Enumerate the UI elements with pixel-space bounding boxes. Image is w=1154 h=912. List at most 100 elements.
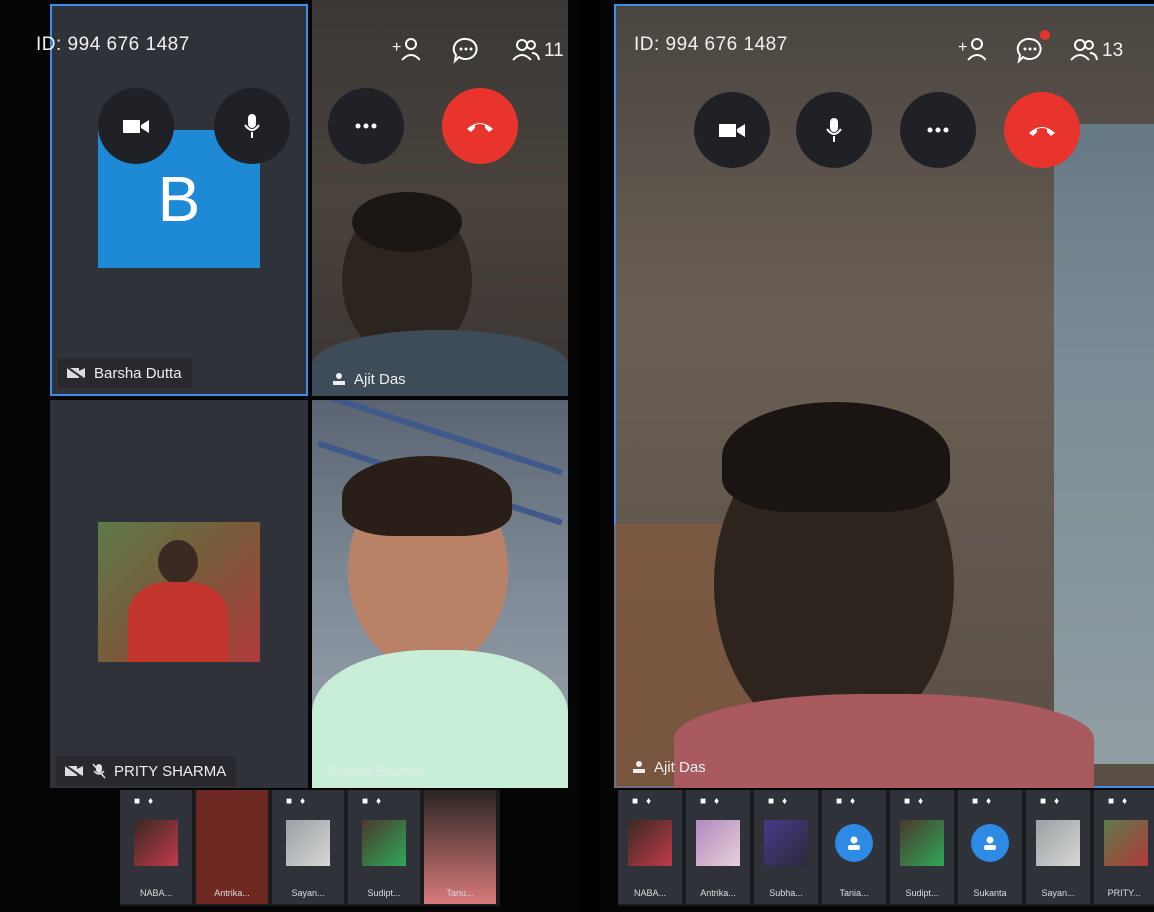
mic-off-icon: ♦ <box>918 796 924 807</box>
more-options-button[interactable] <box>328 88 404 164</box>
name-tag-prity: PRITY SHARMA <box>56 756 237 786</box>
thumbnail-antrika[interactable]: ■ ♦ Antrika... <box>686 790 750 904</box>
participant-tile-subha[interactable]: Subha Biswas <box>312 400 568 788</box>
thumbnail-photo <box>362 820 406 866</box>
mic-off-icon: ♦ <box>850 796 856 807</box>
microphone-icon <box>244 114 260 138</box>
thumbnail-antrika[interactable]: Antrika... <box>196 790 268 904</box>
mic-off-icon: ♦ <box>1054 796 1060 807</box>
avatar-letter: B <box>157 163 201 235</box>
thumbnail-subha[interactable]: ■ ♦ Subha... <box>754 790 818 904</box>
thumbnail-photo <box>286 820 330 866</box>
thumbnail-strip: ■ ♦ NABA... ■ ♦ Antrika... ■ ♦ Subha... ■ ♦ … <box>618 790 1154 906</box>
default-avatar <box>835 824 873 862</box>
thumbnail-tanu[interactable]: Tanu... <box>424 790 496 904</box>
thumbnail-photo <box>1104 820 1148 866</box>
people-icon[interactable] <box>1070 36 1098 64</box>
name-tag-active-speaker: Ajit Das <box>624 752 716 782</box>
mic-off-icon <box>92 763 106 779</box>
mic-off-icon: ♦ <box>376 796 382 807</box>
thumbnail-name: Antrika... <box>214 888 250 898</box>
svg-text:+: + <box>958 39 967 56</box>
chat-bubble-icon[interactable] <box>1016 36 1044 64</box>
participant-name: Ajit Das <box>654 758 706 776</box>
microphone-icon <box>826 118 842 142</box>
meeting-id: ID: 994 676 1487 <box>634 34 788 55</box>
video-off-icon: ■ <box>286 796 293 807</box>
mic-off-icon: ♦ <box>986 796 992 807</box>
participant-name: Ajit Das <box>354 370 406 388</box>
name-tag-barsha: Barsha Dutta <box>58 358 192 388</box>
end-call-icon <box>467 123 493 132</box>
participant-name: Subha Biswas <box>328 762 424 780</box>
add-person-icon[interactable]: + <box>958 36 986 64</box>
svg-text:+: + <box>392 39 401 56</box>
thumbnail-name: Tanu... <box>446 888 474 898</box>
thumbnail-naba[interactable]: ■ ♦ NABA... <box>120 790 192 904</box>
person-icon <box>984 836 996 850</box>
video-off-icon <box>64 764 83 778</box>
video-toggle-button[interactable] <box>694 92 770 168</box>
thumbnail-tania[interactable]: ■ ♦ Tania... <box>822 790 886 904</box>
thumbnail-name: Sukanta <box>973 888 1007 898</box>
video-toggle-button[interactable] <box>98 88 174 164</box>
video-off-icon: ■ <box>134 796 141 807</box>
video-off-icon: ■ <box>632 796 639 807</box>
mic-toggle-button[interactable] <box>214 88 290 164</box>
thumbnail-sayan[interactable]: ■ ♦ Sayan... <box>272 790 344 904</box>
person-icon <box>848 836 860 850</box>
default-avatar <box>971 824 1009 862</box>
thumbnail-name: Sayan... <box>291 888 325 898</box>
add-person-icon[interactable]: + <box>392 36 420 64</box>
participant-count: 13 <box>1102 40 1124 61</box>
thumbnail-strip: ■ ♦ NABA... Antrika... ■ ♦ Sayan... ■ ♦ Sud… <box>120 790 500 906</box>
more-options-icon <box>355 123 377 129</box>
thumbnail-photo <box>628 820 672 866</box>
end-call-button[interactable] <box>442 88 518 164</box>
video-off-icon: ■ <box>904 796 911 807</box>
thumbnail-sudipt[interactable]: ■ ♦ Sudipt... <box>890 790 954 904</box>
video-off-icon: ■ <box>1108 796 1115 807</box>
person-icon <box>633 761 645 773</box>
thumbnail-prity[interactable]: ■ ♦ PRITY... <box>1094 790 1154 904</box>
chat-bubble-icon[interactable] <box>452 36 480 64</box>
more-options-icon <box>927 127 949 133</box>
thumbnail-photo <box>696 820 740 866</box>
thumbnail-name: Sudipt... <box>367 888 401 898</box>
thumbnail-sayan[interactable]: ■ ♦ Sayan... <box>1026 790 1090 904</box>
end-call-button[interactable] <box>1004 92 1080 168</box>
participant-tile-prity[interactable]: PRITY SHARMA <box>50 400 308 788</box>
mic-toggle-button[interactable] <box>796 92 872 168</box>
participant-name: PRITY SHARMA <box>114 762 227 780</box>
mic-off-icon: ♦ <box>646 796 652 807</box>
video-camera-icon <box>719 124 745 137</box>
video-off-icon: ■ <box>700 796 707 807</box>
thumbnail-name: Sudipt... <box>905 888 939 898</box>
thumbnail-photo <box>900 820 944 866</box>
video-off-icon: ■ <box>362 796 369 807</box>
thumbnail-sudipt[interactable]: ■ ♦ Sudipt... <box>348 790 420 904</box>
video-off-icon: ■ <box>972 796 979 807</box>
name-tag-subha: Subha Biswas <box>320 756 433 786</box>
mic-off-icon: ♦ <box>148 796 154 807</box>
profile-photo <box>98 522 260 662</box>
thumbnail-name: Sayan... <box>1041 888 1075 898</box>
end-call-icon <box>1029 127 1055 136</box>
people-icon[interactable] <box>512 36 540 64</box>
thumbnail-name: Subha... <box>769 888 803 898</box>
meeting-id: ID: 994 676 1487 <box>36 34 190 55</box>
name-tag-ajit: Ajit Das <box>324 364 416 394</box>
video-off-icon <box>66 366 85 380</box>
thumbnail-naba[interactable]: ■ ♦ NABA... <box>618 790 682 904</box>
unread-badge <box>1040 30 1050 40</box>
thumbnail-photo <box>134 820 178 866</box>
thumbnail-name: NABA... <box>139 888 172 898</box>
video-off-icon: ■ <box>1040 796 1047 807</box>
thumbnail-sukanta[interactable]: ■ ♦ Sukanta <box>958 790 1022 904</box>
more-options-button[interactable] <box>900 92 976 168</box>
mic-off-icon: ♦ <box>714 796 720 807</box>
mic-off-icon: ♦ <box>300 796 306 807</box>
video-off-icon: ■ <box>768 796 775 807</box>
participant-tile-barsha[interactable]: B Barsha Dutta <box>50 4 308 396</box>
thumbnail-photo <box>764 820 808 866</box>
